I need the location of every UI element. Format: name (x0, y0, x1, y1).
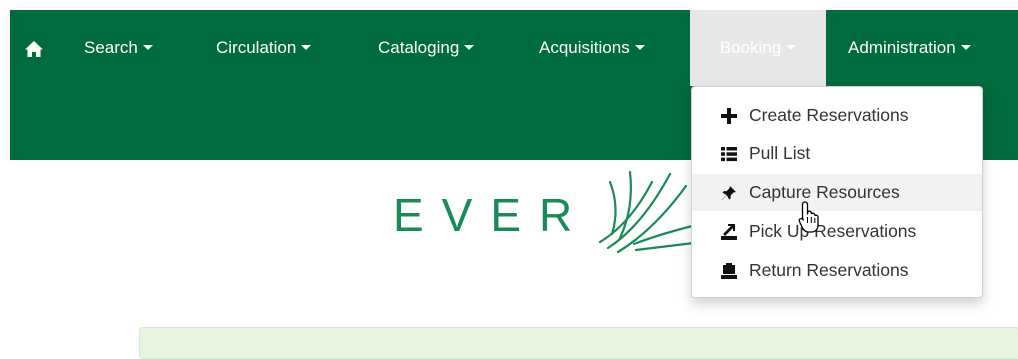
hand-pointer-icon (798, 201, 819, 233)
nav-cataloging[interactable]: Cataloging (378, 10, 475, 86)
menu-item-label: Capture Resources (749, 182, 900, 202)
nav-cataloging-label: Cataloging (378, 38, 460, 57)
nav-search-label: Search (84, 38, 138, 57)
menu-item-pick-up-reservations[interactable]: Pick Up Reservations (692, 213, 982, 250)
nav-circulation-label: Circulation (216, 38, 297, 57)
home-icon (25, 41, 43, 57)
nav-acquisitions[interactable]: Acquisitions (539, 10, 645, 86)
menu-item-label: Create Reservations (749, 105, 909, 125)
nav-administration[interactable]: Administration (848, 10, 971, 86)
chevron-down-icon (786, 45, 797, 51)
list-icon (721, 147, 737, 162)
menu-item-label: Return Reservations (749, 260, 909, 280)
return-icon (721, 263, 737, 279)
nav-circulation[interactable]: Circulation (216, 10, 312, 86)
chevron-down-icon (464, 45, 475, 51)
nav-booking-label: Booking (719, 38, 782, 57)
evergreen-logo: EVER (385, 170, 705, 262)
chevron-down-icon (301, 45, 312, 51)
pick-up-icon (721, 224, 737, 240)
menu-item-pull-list[interactable]: Pull List (692, 135, 982, 172)
menu-item-return-reservations[interactable]: Return Reservations (692, 252, 982, 289)
menu-item-create-reservations[interactable]: Create Reservations (692, 97, 982, 134)
nav-administration-label: Administration (848, 38, 956, 57)
nav-acquisitions-label: Acquisitions (539, 38, 630, 57)
menu-item-label: Pick Up Reservations (749, 221, 917, 241)
home-button[interactable] (22, 10, 56, 86)
chevron-down-icon (960, 45, 971, 51)
chevron-down-icon (142, 45, 153, 51)
menu-item-label: Pull List (749, 143, 811, 163)
nav-search[interactable]: Search (84, 10, 153, 86)
nav-booking[interactable]: Booking (690, 10, 826, 86)
pushpin-icon (721, 186, 736, 200)
chevron-down-icon (634, 45, 645, 51)
logo-text: EVER (393, 189, 591, 241)
plus-icon (721, 108, 737, 124)
menu-item-capture-resources[interactable]: Capture Resources (692, 174, 982, 211)
alert-panel (139, 327, 1018, 359)
booking-dropdown-menu: Create Reservations Pull List Capture Re… (691, 86, 983, 298)
